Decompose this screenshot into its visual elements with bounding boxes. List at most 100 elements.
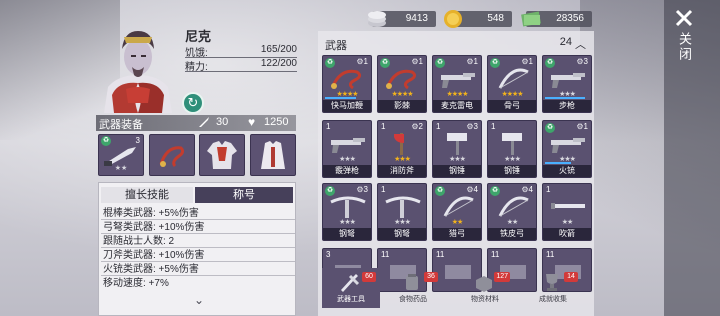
weapon-card[interactable]: ♻ ⚙1 ★★★★ 麦克雷电 xyxy=(432,55,482,113)
item-stars: ★★★★ xyxy=(446,91,468,98)
item-level-value: 4 xyxy=(528,185,533,194)
item-name: 吹箭 xyxy=(543,228,591,240)
currency-silver: 9413 xyxy=(368,11,436,27)
category-achievements[interactable]: 14 成就收集 xyxy=(524,268,582,308)
stat-value: 122/200 xyxy=(260,58,297,69)
equipment-header: 武器装备 30 ♥ 1250 xyxy=(96,115,296,131)
equip-slot-clothing[interactable] xyxy=(250,134,296,176)
crossbow-icon xyxy=(385,196,421,218)
category-badge: 127 xyxy=(494,272,510,282)
category-weapons-tools[interactable]: 60 武器工具 xyxy=(322,268,380,308)
weapon-card[interactable]: ♻ ⚙4 ★★ 铁皮弓 xyxy=(487,183,537,241)
whip-icon xyxy=(331,69,362,90)
close-icon[interactable] xyxy=(674,8,694,28)
currency-value: 28356 xyxy=(556,13,584,24)
weapon-card[interactable]: 1 ★★★ 钢锤 xyxy=(487,120,537,178)
item-quantity: 11 xyxy=(546,250,555,259)
category-materials[interactable]: 127 物资材料 xyxy=(456,268,514,308)
equip-slot-accessory[interactable] xyxy=(149,134,195,176)
durability-bar xyxy=(545,162,571,164)
weapon-card[interactable]: ♻ ⚙1 ★★★★ 影棘 xyxy=(377,55,427,113)
bow-icon xyxy=(498,68,529,89)
item-level-value: 1 xyxy=(583,122,588,131)
crossbow-icon xyxy=(330,196,366,218)
bow-icon xyxy=(443,196,474,217)
gear-icon: ⚙ xyxy=(466,185,474,194)
currency-value: 548 xyxy=(487,13,504,24)
equip-slot-weapon[interactable]: ♻ 3 ★★ xyxy=(98,134,144,176)
stat-energy: 精力: 122/200 xyxy=(185,58,297,73)
gear-icon: ⚙ xyxy=(576,57,584,66)
item-name: 步枪 xyxy=(543,100,591,112)
item-quantity: 1 xyxy=(436,122,441,131)
item-level: ⚙2 xyxy=(411,122,423,131)
food-medicine-icon xyxy=(406,274,418,290)
chevron-down-icon[interactable]: ⌄ xyxy=(191,294,207,306)
weapon-card[interactable]: ♻ ⚙4 ★★ 猎弓 xyxy=(432,183,482,241)
attack-value: 30 xyxy=(216,116,229,128)
tab-skills[interactable]: 擅长技能 xyxy=(101,187,193,203)
item-quantity: 1 xyxy=(381,185,386,194)
skill-line: 弓弩类武器: +10%伤害 xyxy=(101,221,295,234)
weapon-card[interactable]: ♻ ⚙3 ★★★ 钢弩 xyxy=(322,183,372,241)
cash-icon xyxy=(521,11,541,27)
category-food-medicine[interactable]: 36 食物药品 xyxy=(384,268,442,308)
whip-icon xyxy=(153,138,191,172)
weapon-card[interactable]: ♻ ⚙3 ★★★ 步枪 xyxy=(542,55,592,113)
item-name: 钢弩 xyxy=(378,228,426,240)
item-quantity: 3 xyxy=(326,250,331,259)
item-level-value: 3 xyxy=(473,122,478,131)
inventory-count: 24 xyxy=(559,36,572,48)
weapon-card[interactable]: ♻ ⚙1 ★★★★ 骨弓 xyxy=(487,55,537,113)
item-level: ⚙1 xyxy=(576,122,588,131)
category-label: 武器工具 xyxy=(337,296,365,303)
refresh-character-button[interactable]: ↻ xyxy=(182,92,204,114)
gear-icon: ⚙ xyxy=(466,57,474,66)
item-quantity: 1 xyxy=(546,185,551,194)
weapon-card[interactable]: ♻ ⚙1 ★★★ 火铳 xyxy=(542,120,592,178)
weapon-card[interactable]: 1 ⚙3 ★★★ 钢锤 xyxy=(432,120,482,178)
item-name: 钢弩 xyxy=(323,228,371,240)
item-name: 钢锤 xyxy=(488,165,536,177)
gear-icon: ⚙ xyxy=(576,122,584,131)
equip-slot-armor[interactable] xyxy=(199,134,245,176)
weapon-card[interactable]: 1 ★★★ 霰弹枪 xyxy=(322,120,372,178)
hp-value: 1250 xyxy=(264,116,289,128)
item-level-value: 2 xyxy=(418,122,423,131)
weapon-card[interactable]: ♻ ⚙1 ★★★★ 快马加鞭 xyxy=(322,55,372,113)
weapon-card[interactable]: 1 ★★ 吹箭 xyxy=(542,183,592,241)
category-label: 成就收集 xyxy=(539,296,567,303)
item-level: ⚙1 xyxy=(411,57,423,66)
stat-value: 165/200 xyxy=(260,44,297,55)
gear-icon: ⚙ xyxy=(411,57,419,66)
item-level: ⚙4 xyxy=(521,185,533,194)
item-name: 猎弓 xyxy=(433,228,481,240)
close-column: 关闭 xyxy=(664,0,720,316)
item-name: 骨弓 xyxy=(488,100,536,112)
gear-icon: ⚙ xyxy=(521,185,529,194)
chevron-up-icon[interactable]: ︿ xyxy=(575,36,586,52)
stat-label: 饥饿: xyxy=(185,48,208,59)
skills-tabs: 擅长技能 称号 xyxy=(99,187,295,203)
item-level: ⚙1 xyxy=(356,57,368,66)
durability-bar xyxy=(545,97,585,99)
weapon-card[interactable]: 1 ⚙2 ★★★ 消防斧 xyxy=(377,120,427,178)
heart-icon: ♥ xyxy=(248,115,256,129)
item-name: 影棘 xyxy=(378,100,426,112)
close-button[interactable]: 关闭 xyxy=(674,32,694,62)
item-name: 霰弹枪 xyxy=(323,165,371,177)
gun-icon xyxy=(551,73,585,88)
bow-icon xyxy=(498,196,529,217)
item-quantity: 1 xyxy=(326,122,331,131)
inventory-title: 武器 xyxy=(325,40,347,52)
item-level: ⚙1 xyxy=(466,57,478,66)
item-stars: ★★★★ xyxy=(391,91,413,98)
trophy-icon xyxy=(546,274,558,291)
gear-icon: ⚙ xyxy=(411,122,419,131)
armor-icon xyxy=(203,138,241,172)
weapon-card[interactable]: 1 ★★★ 钢弩 xyxy=(377,183,427,241)
stat-hunger: 饥饿: 165/200 xyxy=(185,44,297,59)
category-label: 物资材料 xyxy=(471,296,499,303)
tab-titles[interactable]: 称号 xyxy=(195,187,293,203)
skill-line: 跟随战士人数: 2 xyxy=(101,235,295,248)
